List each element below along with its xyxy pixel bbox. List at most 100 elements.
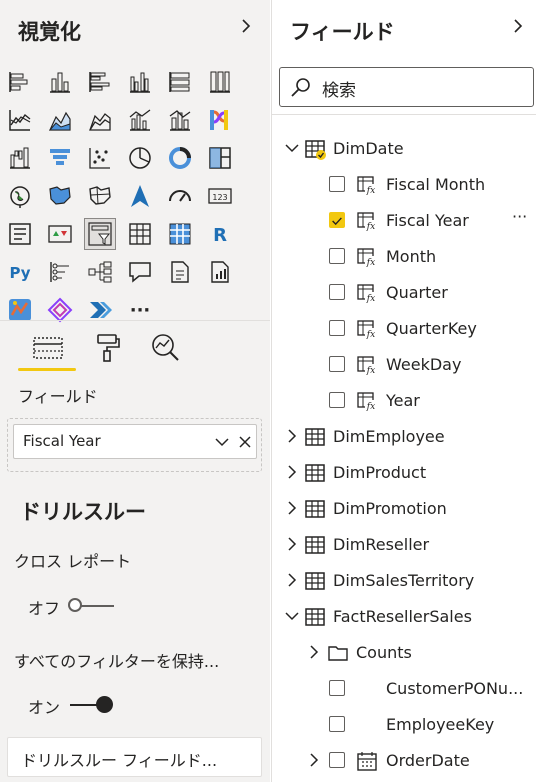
table-row[interactable]: DimDate [272, 131, 536, 167]
slicer-icon[interactable] [84, 218, 116, 250]
power-automate-icon[interactable] [84, 294, 116, 326]
chevron-down-icon[interactable] [284, 140, 300, 156]
azure-map-icon[interactable] [124, 180, 156, 212]
line-stacked-column-chart-icon[interactable] [164, 104, 196, 136]
table-row[interactable]: DimEmployee [272, 419, 536, 455]
decomposition-tree-icon[interactable] [84, 256, 116, 288]
table-row[interactable]: DimProduct [272, 455, 536, 491]
card-icon[interactable]: 123 [204, 180, 236, 212]
waterfall-chart-icon[interactable] [4, 142, 36, 174]
table-icon [304, 570, 326, 592]
collapse-visualizations-chevron-icon[interactable] [240, 18, 252, 39]
clustered-column-chart-icon[interactable] [124, 66, 156, 98]
chevron-right-icon[interactable] [284, 536, 300, 552]
field-checkbox[interactable] [329, 356, 345, 372]
matrix-icon[interactable] [164, 218, 196, 250]
field-name: Quarter [386, 283, 448, 302]
pie-chart-icon[interactable] [124, 142, 156, 174]
table-row[interactable]: FactResellerSales [272, 599, 536, 635]
area-chart-icon[interactable] [44, 104, 76, 136]
table-icon[interactable] [124, 218, 156, 250]
format-paintroller-icon[interactable] [90, 332, 126, 364]
line-clustered-column-chart-icon[interactable] [124, 104, 156, 136]
chevron-right-icon[interactable] [306, 644, 322, 660]
chevron-down-icon[interactable] [214, 434, 230, 453]
chevron-right-icon[interactable] [284, 572, 300, 588]
field-chip[interactable]: Fiscal Year [13, 424, 257, 459]
analytics-magnifier-icon[interactable] [148, 332, 184, 364]
stacked-column-chart-icon[interactable] [44, 66, 76, 98]
field-checkbox[interactable] [329, 680, 345, 696]
field-checkbox[interactable] [329, 752, 345, 768]
fields-tab-icon[interactable] [30, 332, 66, 364]
chevron-down-icon[interactable] [284, 608, 300, 624]
100-stacked-bar-chart-icon[interactable] [164, 66, 196, 98]
field-row[interactable]: fx Fiscal Month [272, 167, 536, 203]
scatter-chart-icon[interactable] [84, 142, 116, 174]
100-stacked-column-chart-icon[interactable] [204, 66, 236, 98]
cross-report-label: クロス レポート [14, 552, 132, 571]
key-influencers-icon[interactable] [44, 256, 76, 288]
funnel-chart-icon[interactable] [44, 142, 76, 174]
calculated-column-icon: fx [356, 246, 378, 268]
field-checkbox[interactable] [329, 248, 345, 264]
drillthrough-field-well[interactable]: ドリルスルー フィールド... [7, 737, 262, 777]
paginated-report-icon[interactable] [164, 256, 196, 288]
keep-all-filters-toggle[interactable] [68, 695, 116, 715]
qa-icon[interactable] [124, 256, 156, 288]
multi-row-card-icon[interactable] [4, 218, 36, 250]
python-visual-icon[interactable]: Py [4, 256, 36, 288]
r-visual-icon[interactable]: R [204, 218, 236, 250]
field-checkbox[interactable] [329, 320, 345, 336]
field-checkbox[interactable] [329, 176, 345, 192]
field-row[interactable]: fx QuarterKey [272, 311, 536, 347]
clustered-bar-chart-icon[interactable] [84, 66, 116, 98]
search-input[interactable]: 検索 [279, 67, 534, 107]
map-icon[interactable] [4, 180, 36, 212]
cross-report-state: オフ [28, 599, 61, 618]
chevron-right-icon[interactable] [284, 500, 300, 516]
stacked-area-chart-icon[interactable] [84, 104, 116, 136]
svg-text:fx: fx [366, 258, 375, 268]
field-checkbox[interactable] [329, 284, 345, 300]
arcgis-map-icon[interactable] [4, 294, 36, 326]
field-name: Fiscal Month [386, 175, 486, 194]
stacked-bar-chart-icon[interactable] [4, 66, 36, 98]
kpi-icon[interactable] [44, 218, 76, 250]
ribbon-chart-icon[interactable] [204, 104, 236, 136]
table-row[interactable]: DimReseller [272, 527, 536, 563]
shape-map-icon[interactable] [84, 180, 116, 212]
field-row[interactable]: fx Fiscal Year ··· [272, 203, 536, 239]
field-row[interactable]: CustomerPONu... [272, 671, 536, 707]
table-row[interactable]: DimSalesTerritory [272, 563, 536, 599]
table-row[interactable]: DimPromotion [272, 491, 536, 527]
cross-report-toggle[interactable] [68, 596, 116, 616]
field-row[interactable]: OrderDate [272, 743, 536, 779]
field-checkbox[interactable] [329, 212, 345, 228]
donut-chart-icon[interactable] [164, 142, 196, 174]
search-placeholder: 検索 [322, 81, 356, 101]
field-well[interactable]: Fiscal Year [7, 418, 262, 472]
remove-field-close-icon[interactable] [238, 434, 252, 453]
field-row[interactable]: fx Quarter [272, 275, 536, 311]
smart-narrative-icon[interactable] [204, 256, 236, 288]
field-row[interactable]: fx WeekDay [272, 347, 536, 383]
field-checkbox[interactable] [329, 392, 345, 408]
table-name: DimReseller [333, 535, 430, 554]
field-row[interactable]: fx Year [272, 383, 536, 419]
more-options-icon[interactable]: ··· [512, 207, 527, 226]
collapse-fields-chevron-icon[interactable] [512, 18, 524, 39]
line-chart-icon[interactable] [4, 104, 36, 136]
chevron-right-icon[interactable] [284, 464, 300, 480]
field-checkbox[interactable] [329, 716, 345, 732]
more-visuals-icon[interactable]: ··· [124, 294, 156, 326]
field-row[interactable]: EmployeeKey [272, 707, 536, 743]
treemap-icon[interactable] [204, 142, 236, 174]
chevron-right-icon[interactable] [306, 752, 322, 768]
field-row[interactable]: fx Month [272, 239, 536, 275]
power-apps-icon[interactable] [44, 294, 76, 326]
folder-row[interactable]: Counts [272, 635, 536, 671]
filled-map-icon[interactable] [44, 180, 76, 212]
chevron-right-icon[interactable] [284, 428, 300, 444]
gauge-icon[interactable] [164, 180, 196, 212]
